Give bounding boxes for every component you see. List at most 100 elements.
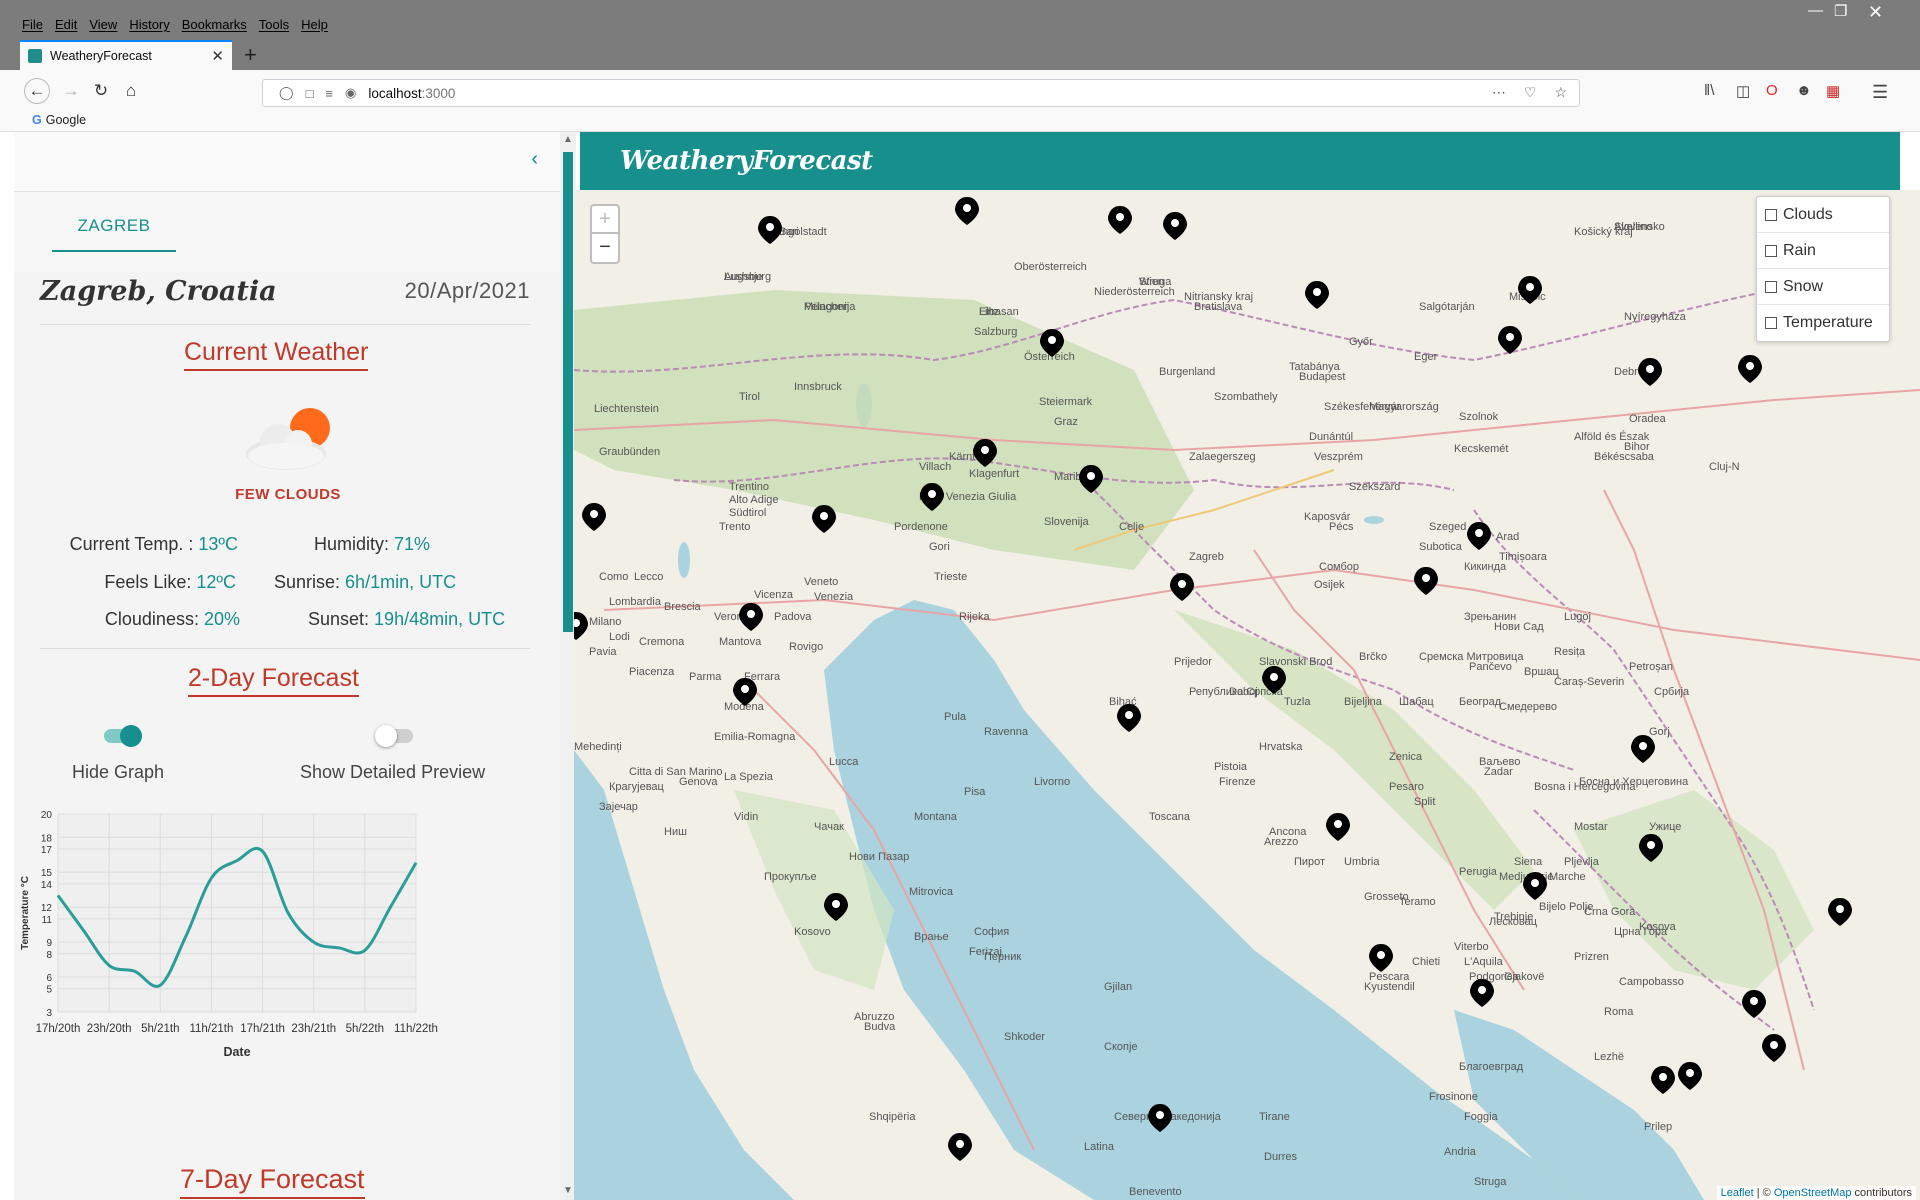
location-marker-icon[interactable] bbox=[1762, 1034, 1786, 1062]
menu-bookmarks[interactable]: Bookmarks bbox=[182, 17, 247, 32]
map-place-label: Toscana bbox=[1149, 811, 1191, 823]
location-marker-icon[interactable] bbox=[1163, 212, 1187, 240]
bookmark-star-icon[interactable]: ☆ bbox=[1554, 84, 1567, 101]
scroll-up-icon[interactable]: ▲ bbox=[563, 134, 573, 145]
menu-view[interactable]: View bbox=[89, 17, 117, 32]
map-place-label: Pljevlja bbox=[1564, 856, 1600, 868]
map-place-label: Pécs bbox=[1329, 521, 1354, 533]
location-marker-icon[interactable] bbox=[1523, 872, 1547, 900]
chart-ytick-label: 8 bbox=[46, 950, 52, 961]
location-marker-icon[interactable] bbox=[1631, 735, 1655, 763]
home-icon[interactable]: ⌂ bbox=[118, 78, 144, 104]
location-marker-icon[interactable] bbox=[574, 612, 588, 640]
page-icon: □ bbox=[305, 85, 314, 101]
shield-icon[interactable]: ◯ bbox=[279, 85, 294, 101]
checkbox[interactable] bbox=[1765, 280, 1777, 293]
location-marker-icon[interactable] bbox=[1738, 355, 1762, 383]
forecast-chart: 17h/20th 23h/20th 5h/21th 11h/21th 17h/21th 2… bbox=[20, 810, 438, 1059]
menu-file[interactable]: File bbox=[22, 17, 43, 32]
location-marker-icon[interactable] bbox=[1414, 567, 1438, 595]
divider bbox=[40, 324, 530, 325]
osm-link[interactable]: OpenStreetMap bbox=[1774, 1187, 1852, 1199]
map-place-label: Pančevo bbox=[1469, 661, 1512, 673]
leaflet-link[interactable]: Leaflet bbox=[1721, 1187, 1754, 1199]
location-marker-icon[interactable] bbox=[758, 216, 782, 244]
map-place-label: Tirol bbox=[739, 391, 760, 403]
location-marker-icon[interactable] bbox=[1742, 990, 1766, 1018]
location-marker-icon[interactable] bbox=[1470, 979, 1494, 1007]
location-marker-icon[interactable] bbox=[1651, 1066, 1675, 1094]
location-marker-icon[interactable] bbox=[812, 505, 836, 533]
location-marker-icon[interactable] bbox=[1467, 522, 1491, 550]
zoom-out-button[interactable]: − bbox=[590, 234, 620, 264]
map-place-label: Alto Adige bbox=[729, 494, 779, 506]
location-marker-icon[interactable] bbox=[1305, 281, 1329, 309]
layer-clouds[interactable]: Clouds bbox=[1757, 197, 1889, 233]
seven-day-forecast-title: 7-Day Forecast bbox=[180, 1164, 365, 1199]
detailed-preview-toggle[interactable] bbox=[375, 725, 413, 747]
cloudiness-value: 20% bbox=[203, 609, 240, 629]
new-tab-button[interactable]: + bbox=[244, 40, 257, 70]
location-marker-icon[interactable] bbox=[1117, 704, 1141, 732]
location-marker-icon[interactable] bbox=[1369, 944, 1393, 972]
layer-rain-label: Rain bbox=[1783, 241, 1816, 259]
extension-icon[interactable]: ▦ bbox=[1826, 82, 1840, 100]
location-marker-icon[interactable] bbox=[1678, 1062, 1702, 1090]
location-marker-icon[interactable] bbox=[1108, 206, 1132, 234]
browser-tab[interactable]: WeatheryForecast ✕ bbox=[20, 40, 232, 70]
menu-edit[interactable]: Edit bbox=[55, 17, 77, 32]
location-marker-icon[interactable] bbox=[955, 197, 979, 225]
back-icon[interactable]: ← bbox=[24, 78, 50, 104]
map-place-label: Zagreb bbox=[1189, 551, 1224, 563]
more-actions-icon[interactable]: ⋯ bbox=[1492, 84, 1506, 101]
location-marker-icon[interactable] bbox=[1638, 358, 1662, 386]
info-icon[interactable]: ◉ bbox=[345, 85, 356, 101]
location-marker-icon[interactable] bbox=[582, 503, 606, 531]
reload-icon[interactable]: ↻ bbox=[88, 78, 114, 104]
google-icon: G bbox=[32, 113, 42, 127]
layer-rain[interactable]: Rain bbox=[1757, 233, 1889, 269]
checkbox[interactable] bbox=[1765, 208, 1777, 221]
minimize-icon[interactable]: — bbox=[1808, 2, 1823, 19]
url-bar[interactable]: ◯ □ ≡ ◉ localhost:3000 ⋯ ♡ ☆ bbox=[262, 79, 1580, 107]
location-marker-icon[interactable] bbox=[1498, 326, 1522, 354]
menu-help[interactable]: Help bbox=[301, 17, 328, 32]
permissions-icon[interactable]: ≡ bbox=[325, 86, 333, 101]
close-window-icon[interactable]: ✕ bbox=[1868, 2, 1883, 23]
sidebar-toggle-icon[interactable]: ◫ bbox=[1736, 82, 1750, 100]
layer-temperature[interactable]: Temperature bbox=[1757, 305, 1889, 341]
hide-graph-toggle[interactable] bbox=[104, 725, 142, 747]
layer-snow[interactable]: Snow bbox=[1757, 269, 1889, 305]
location-marker-icon[interactable] bbox=[739, 603, 763, 631]
pocket-icon[interactable]: ♡ bbox=[1524, 84, 1537, 101]
location-marker-icon[interactable] bbox=[1326, 813, 1350, 841]
checkbox[interactable] bbox=[1765, 317, 1777, 329]
restore-icon[interactable]: ❐ bbox=[1834, 2, 1847, 20]
menu-tools[interactable]: Tools bbox=[259, 17, 289, 32]
feels-like: Feels Like: 12ºC bbox=[44, 572, 236, 593]
checkbox[interactable] bbox=[1765, 244, 1777, 257]
location-marker-icon[interactable] bbox=[1170, 573, 1194, 601]
location-marker-icon[interactable] bbox=[1828, 898, 1852, 926]
hamburger-menu-icon[interactable]: ☰ bbox=[1872, 82, 1888, 103]
forward-icon[interactable]: → bbox=[58, 78, 84, 104]
map-place-label: Veszprém bbox=[1314, 451, 1363, 463]
map-place-label: Ravenna bbox=[984, 726, 1029, 738]
location-marker-icon[interactable] bbox=[948, 1133, 972, 1161]
map-place-label: Trento bbox=[719, 521, 750, 533]
map[interactable]: Ingolstadt Slovensko Augsburg München Linz Wi… bbox=[574, 190, 1920, 1200]
close-tab-icon[interactable]: ✕ bbox=[211, 47, 224, 65]
tab-zagreb[interactable]: ZAGREB bbox=[52, 216, 176, 252]
bookmark-google[interactable]: G Google bbox=[32, 113, 86, 127]
scroll-down-icon[interactable]: ▼ bbox=[563, 1185, 573, 1196]
map-place-label: Venezia bbox=[814, 591, 854, 603]
map-place-label: Кикинда bbox=[1464, 561, 1507, 573]
opera-icon[interactable]: O bbox=[1766, 82, 1778, 99]
map-place-label: Villach bbox=[919, 461, 951, 473]
zoom-in-button[interactable]: + bbox=[590, 204, 620, 234]
account-icon[interactable]: ☻ bbox=[1796, 82, 1812, 99]
collapse-sidebar-icon[interactable]: ‹ bbox=[531, 148, 538, 171]
menu-history[interactable]: History bbox=[129, 17, 169, 32]
scrollbar-thumb[interactable] bbox=[563, 152, 573, 632]
library-icon[interactable]: ‖\ bbox=[1704, 82, 1714, 99]
